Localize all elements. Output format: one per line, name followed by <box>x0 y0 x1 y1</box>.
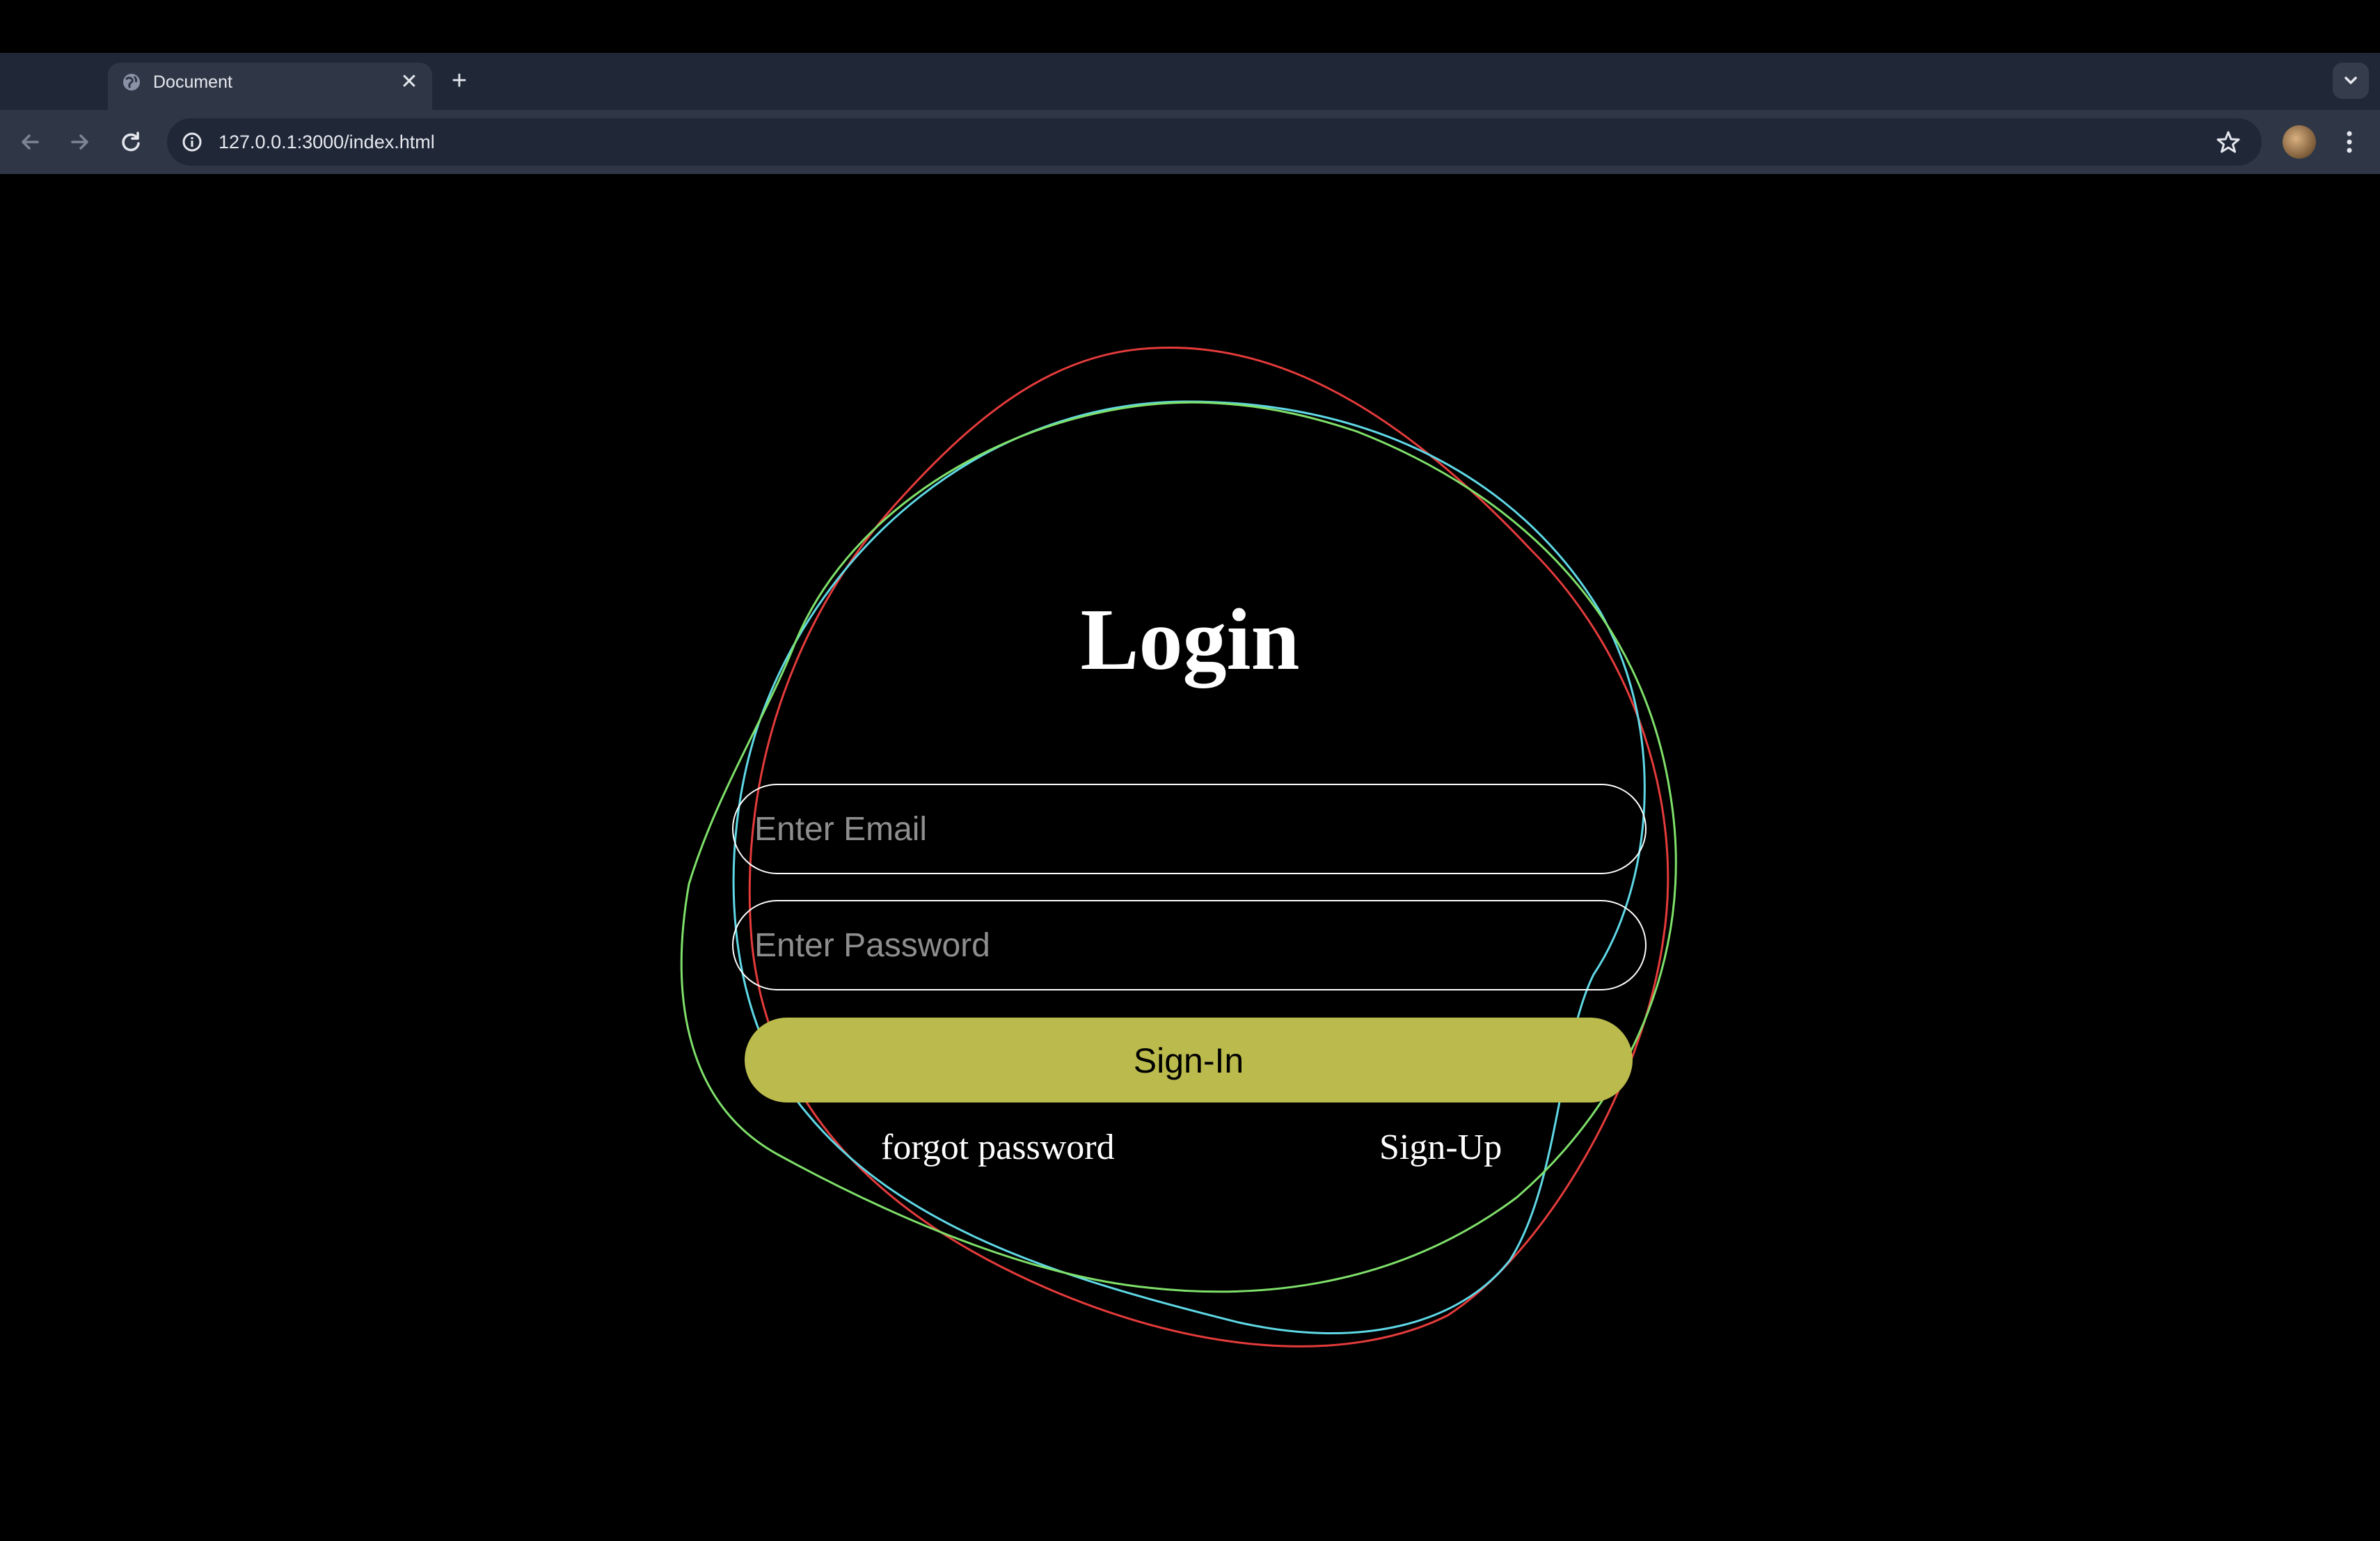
reload-icon[interactable] <box>114 125 148 159</box>
site-info-icon[interactable] <box>180 129 205 155</box>
sign-up-link[interactable]: Sign-Up <box>1379 1123 1502 1172</box>
password-field[interactable] <box>732 900 1647 990</box>
sign-in-button[interactable]: Sign-In <box>745 1018 1633 1103</box>
address-url[interactable]: 127.0.0.1:3000/index.html <box>219 129 435 155</box>
login-title: Login <box>1080 592 1300 688</box>
email-field[interactable] <box>732 784 1647 874</box>
tab-title: Document <box>153 72 232 92</box>
forward-icon[interactable] <box>63 125 96 159</box>
screen-top-bar <box>0 0 2380 53</box>
tab-close-icon[interactable]: ✕ <box>398 71 420 93</box>
star-icon[interactable] <box>2213 127 2244 157</box>
profile-avatar[interactable] <box>2283 125 2316 159</box>
new-tab-button[interactable]: + <box>445 67 473 95</box>
globe-icon <box>123 74 140 90</box>
more-menu-icon[interactable] <box>2335 127 2363 157</box>
address-bar[interactable] <box>167 118 2262 166</box>
forgot-password-link[interactable]: forgot password <box>881 1123 1115 1172</box>
back-icon[interactable] <box>14 125 47 159</box>
tab-dropdown-button[interactable] <box>2333 63 2369 99</box>
chevron-down-icon <box>2345 77 2357 84</box>
